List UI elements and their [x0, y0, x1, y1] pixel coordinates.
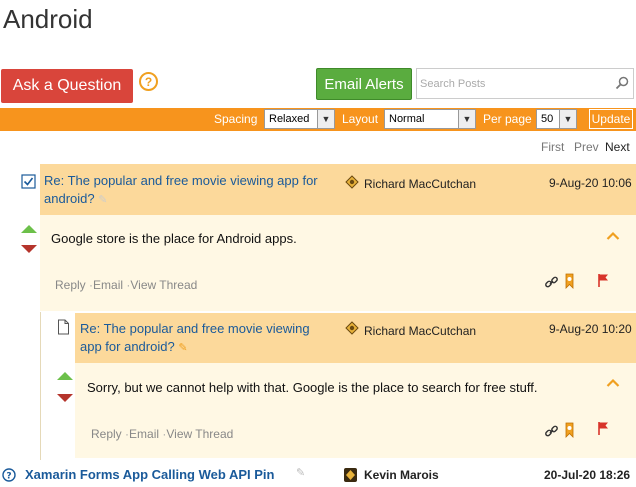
view-thread-link[interactable]: View Thread [166, 427, 233, 441]
vote-down-icon[interactable] [57, 394, 73, 402]
help-icon[interactable]: ? [139, 72, 158, 91]
permalink-icon[interactable] [544, 424, 559, 439]
search-icon[interactable] [615, 76, 629, 90]
spacing-select[interactable]: Relaxed ▼ [264, 109, 335, 129]
perpage-label: Per page [483, 112, 532, 126]
post-body [75, 363, 636, 458]
reply-link[interactable]: Reply [55, 278, 86, 292]
post-title-line1: Re: The popular and free movie viewing a… [44, 173, 318, 188]
post-body [40, 215, 636, 311]
report-flag-icon[interactable] [597, 273, 610, 288]
pin-icon[interactable]: ✎ [296, 466, 305, 479]
post-author[interactable]: Richard MacCutchan [364, 324, 476, 338]
post-date: 9-Aug-20 10:20 [549, 322, 632, 336]
post-body-text: Sorry, but we cannot help with that. Goo… [87, 380, 538, 395]
pin-icon[interactable]: ✎ [98, 194, 107, 206]
member-badge-icon [345, 175, 359, 189]
spacing-value: Relaxed [269, 113, 310, 125]
document-icon [58, 319, 69, 335]
ask-question-button[interactable]: Ask a Question [1, 69, 133, 103]
thread-date: 20-Jul-20 18:26 [544, 468, 631, 482]
spacing-label: Spacing [214, 112, 258, 126]
pager-next[interactable]: Next [605, 140, 630, 154]
bookmark-icon[interactable] [563, 273, 576, 289]
email-alerts-button[interactable]: Email Alerts [316, 68, 412, 100]
thread-indent-line [40, 312, 41, 460]
perpage-select[interactable]: 50 ▼ [536, 109, 577, 129]
thread-author[interactable]: Kevin Marois [364, 468, 439, 482]
member-badge-icon [344, 468, 357, 482]
post-title-link[interactable]: Re: The popular and free movie viewing a… [44, 172, 318, 209]
reply-link[interactable]: Reply [91, 427, 122, 441]
view-thread-link[interactable]: View Thread [130, 278, 197, 292]
pin-icon[interactable]: ✎ [178, 342, 187, 354]
post-title-line2: android? [44, 191, 95, 206]
layout-value: Normal [389, 113, 425, 125]
vote-up-icon[interactable] [57, 372, 73, 380]
post-body-text: Google store is the place for Android ap… [51, 231, 297, 246]
question-icon: ? [2, 468, 16, 482]
post-actions: Reply ·Email ·View Thread [91, 427, 233, 441]
collapse-icon[interactable] [606, 378, 620, 388]
vote-up-icon[interactable] [21, 225, 37, 233]
search-box [416, 68, 634, 99]
thread-title-link[interactable]: Xamarin Forms App Calling Web API Pin [25, 467, 274, 482]
chevron-down-icon: ▼ [458, 110, 475, 128]
answer-checkbox-icon [21, 174, 36, 189]
pager-first[interactable]: First [541, 140, 564, 154]
post-title-link[interactable]: Re: The popular and free movie viewing a… [80, 320, 310, 357]
permalink-icon[interactable] [544, 275, 559, 290]
post-author[interactable]: Richard MacCutchan [364, 177, 476, 191]
post-date: 9-Aug-20 10:06 [549, 176, 632, 190]
post-title-line1: Re: The popular and free movie viewing [80, 321, 310, 336]
member-badge-icon [345, 321, 359, 335]
post-actions: Reply ·Email ·View Thread [55, 278, 197, 292]
forum-toolbar: Spacing Relaxed ▼ Layout Normal ▼ Per pa… [0, 108, 636, 131]
layout-label: Layout [342, 112, 379, 126]
email-link[interactable]: Email [93, 278, 123, 292]
bookmark-icon[interactable] [563, 422, 576, 438]
report-flag-icon[interactable] [597, 421, 610, 436]
layout-select[interactable]: Normal ▼ [384, 109, 476, 129]
update-button[interactable]: Update [589, 109, 633, 129]
post-title-line2: app for android? [80, 339, 175, 354]
chevron-down-icon: ▼ [559, 110, 576, 128]
page-title: Android [3, 4, 93, 34]
search-input[interactable] [417, 69, 607, 98]
email-link[interactable]: Email [129, 427, 159, 441]
vote-down-icon[interactable] [21, 245, 37, 253]
thread-row: ? Xamarin Forms App Calling Web API Pin … [0, 462, 636, 487]
perpage-value: 50 [541, 113, 554, 125]
collapse-icon[interactable] [606, 231, 620, 241]
pager-prev[interactable]: Prev [574, 140, 599, 154]
chevron-down-icon: ▼ [317, 110, 334, 128]
svg-text:?: ? [6, 472, 11, 482]
